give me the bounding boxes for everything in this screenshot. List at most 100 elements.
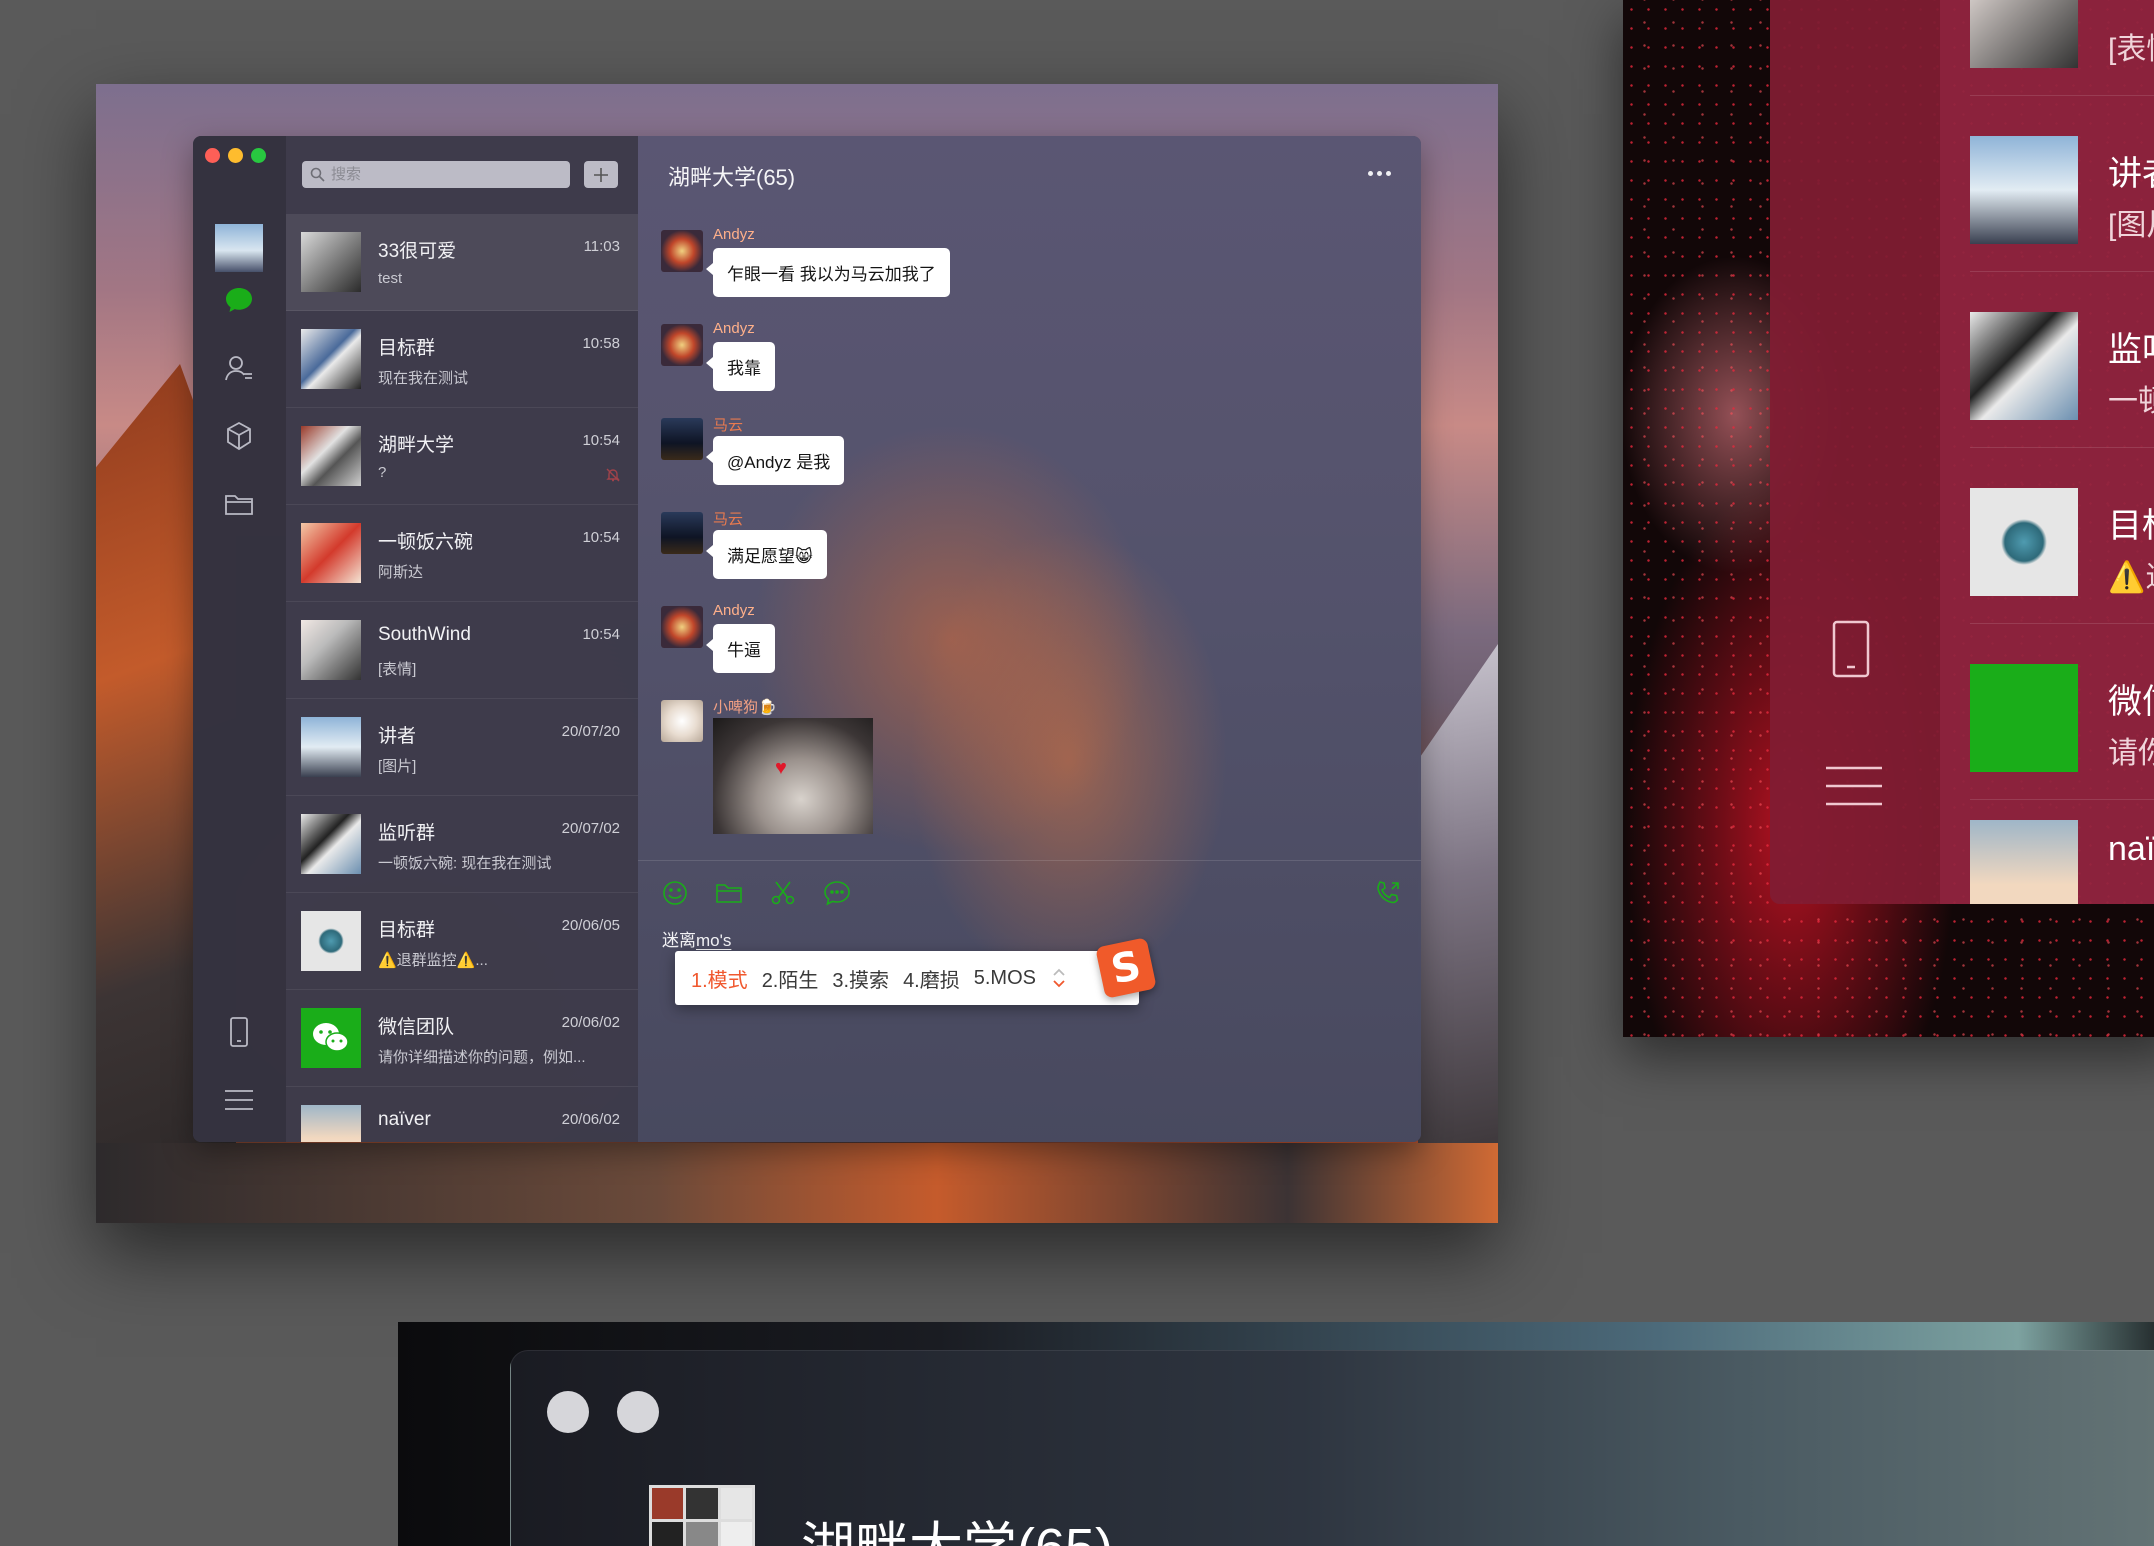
heart-icon: ♥ xyxy=(775,757,787,779)
chat-title: 湖畔大学(65) xyxy=(801,1503,1113,1546)
conversation-preview: [表情] xyxy=(378,661,417,678)
ime-candidate[interactable]: 4.磨损 xyxy=(903,964,960,993)
conversation-item[interactable]: 目标群 10:58 现在我在测试 xyxy=(286,311,638,408)
ime-page-arrows[interactable] xyxy=(1052,966,1066,990)
conversation-item[interactable]: 目标群 20/06/05 ⚠️退群监控⚠️... xyxy=(286,893,638,990)
conversation-item[interactable]: 监听群 20/07/02 一顿饭六碗: 现在我在测试 xyxy=(286,796,638,893)
chevron-up-down-icon xyxy=(1053,968,1065,988)
message-bubble[interactable]: 我靠 xyxy=(706,342,775,391)
sender-name: Andyz xyxy=(713,602,755,619)
conversation-name: 讲者 xyxy=(378,726,417,747)
emoji-button[interactable] xyxy=(658,876,692,910)
conversation-item[interactable]: 33很可爱 11:03 test xyxy=(286,214,638,311)
close-window-button[interactable] xyxy=(205,148,220,163)
group-avatar xyxy=(301,329,361,389)
menu-icon[interactable] xyxy=(219,1080,259,1120)
preview-row: [表情 xyxy=(1970,0,2154,96)
conversation-list-panel: 33很可爱 11:03 test 目标群 10:58 现在我在测试 湖畔大学 1… xyxy=(286,136,638,1142)
conversation-item[interactable]: 讲者 20/07/20 [图片] xyxy=(286,699,638,796)
conversation-time: 20/06/05 xyxy=(561,917,620,934)
conversation-item[interactable]: 一顿饭六碗 10:54 阿斯达 xyxy=(286,505,638,602)
message-bubble[interactable]: 牛逼 xyxy=(706,624,775,673)
conversation-item[interactable]: naïver 20/06/02 xyxy=(286,1087,638,1142)
conversation-name: naïver xyxy=(378,1109,431,1130)
sender-avatar[interactable] xyxy=(661,700,703,742)
conversation-name: 目标群 xyxy=(378,920,436,941)
search-input[interactable] xyxy=(331,166,551,183)
group-avatar xyxy=(301,911,361,971)
sender-avatar[interactable] xyxy=(661,418,703,460)
screenshot-button[interactable] xyxy=(766,876,800,910)
window-controls xyxy=(205,148,266,163)
menu-icon xyxy=(1826,764,1882,813)
group-avatar xyxy=(301,426,361,486)
sender-avatar[interactable] xyxy=(661,512,703,554)
ime-candidate[interactable]: 1.模式 xyxy=(691,964,748,993)
sender-avatar[interactable] xyxy=(661,230,703,272)
right-preview-screenshot: [表情 讲者 [图片 监听 一顿 目标 ⚠️退 微信 请你 xyxy=(1623,0,2154,1037)
phone-icon[interactable] xyxy=(219,1012,259,1052)
message-bubble[interactable]: @Andyz 是我 xyxy=(705,436,845,485)
preview-name: naï xyxy=(2108,830,2154,868)
group-avatar xyxy=(1970,312,2078,420)
ime-composing-text: mo's xyxy=(696,931,732,950)
message-input[interactable]: 迷离mo's xyxy=(662,926,731,951)
conversation-item[interactable]: 微信团队 20/06/02 请你详细描述你的问题，例如... xyxy=(286,990,638,1087)
preview-name: 监听 xyxy=(2108,331,2154,369)
message-bubble[interactable]: 乍眼一看 我以为马云加我了 xyxy=(706,248,950,297)
contact-avatar xyxy=(301,1105,361,1142)
contact-avatar xyxy=(1970,820,2078,904)
contact-avatar xyxy=(301,523,361,583)
sender-avatar[interactable] xyxy=(661,324,703,366)
conversation-preview: test xyxy=(378,270,403,287)
conversation-preview: ⚠️退群监控⚠️... xyxy=(378,952,488,969)
ime-candidate[interactable]: 5.MOS xyxy=(974,967,1036,990)
ime-candidate-bar: 1.模式 2.陌生 3.摸索 4.磨损 5.MOS xyxy=(675,951,1139,1005)
voice-call-button[interactable] xyxy=(1371,876,1405,910)
conversation-preview: 阿斯达 xyxy=(378,564,424,581)
sender-name: 马云 xyxy=(713,511,744,528)
phone-icon xyxy=(1830,620,1872,683)
contacts-icon[interactable] xyxy=(219,348,259,388)
sticker-image[interactable]: ♥ xyxy=(713,718,873,834)
composed-text: 迷离 xyxy=(662,931,696,950)
more-options-button[interactable] xyxy=(1359,158,1399,188)
message-bubble[interactable]: 满足愿望😸 xyxy=(706,530,827,579)
sender-name: 小啤狗🍺 xyxy=(713,699,777,716)
chat-history-button[interactable] xyxy=(820,876,854,910)
preview-row: 监听 一顿 xyxy=(1970,272,2154,448)
mini-programs-icon[interactable] xyxy=(219,416,259,456)
conversation-time: 20/06/02 xyxy=(561,1111,620,1128)
nav-rail xyxy=(193,136,286,1142)
ime-candidate[interactable]: 3.摸索 xyxy=(832,964,889,993)
minimize-window-button[interactable] xyxy=(228,148,243,163)
conversation-item[interactable]: 湖畔大学 10:54 ? xyxy=(286,408,638,505)
preview-window: 湖畔大学(65) xyxy=(510,1350,2154,1546)
zoom-window-button[interactable] xyxy=(251,148,266,163)
conversation-name: 湖畔大学 xyxy=(378,435,455,456)
folder-icon[interactable] xyxy=(219,484,259,524)
wechat-team-avatar xyxy=(301,1008,361,1068)
file-button[interactable] xyxy=(712,876,746,910)
conversation-item[interactable]: SouthWind 10:54 [表情] xyxy=(286,602,638,699)
conversation-preview: ? xyxy=(378,464,387,481)
conversation-time: 10:54 xyxy=(582,529,620,546)
my-avatar[interactable] xyxy=(215,224,263,272)
preview-row: naï xyxy=(1970,780,2154,904)
conversation-time: 10:54 xyxy=(582,626,620,643)
conversation-preview: 请你详细描述你的问题，例如... xyxy=(378,1049,586,1066)
conversation-name: 33很可爱 xyxy=(378,241,457,262)
ime-candidate[interactable]: 2.陌生 xyxy=(762,964,819,993)
conversation-time: 20/07/20 xyxy=(561,723,620,740)
scissors-icon xyxy=(771,881,795,905)
preview-text: [表情 xyxy=(2108,33,2154,66)
chats-icon[interactable] xyxy=(219,280,259,320)
bottom-preview-screenshot: 湖畔大学(65) xyxy=(398,1322,2154,1546)
conversation-time: 20/07/02 xyxy=(561,820,620,837)
sender-avatar[interactable] xyxy=(661,606,703,648)
search-box[interactable] xyxy=(302,161,570,188)
showcase-stage: 33很可爱 11:03 test 目标群 10:58 现在我在测试 湖畔大学 1… xyxy=(0,0,2154,1546)
add-chat-button[interactable] xyxy=(584,161,618,188)
conversation-name: 微信团队 xyxy=(378,1017,455,1038)
conversation-preview: [图片] xyxy=(378,758,417,775)
